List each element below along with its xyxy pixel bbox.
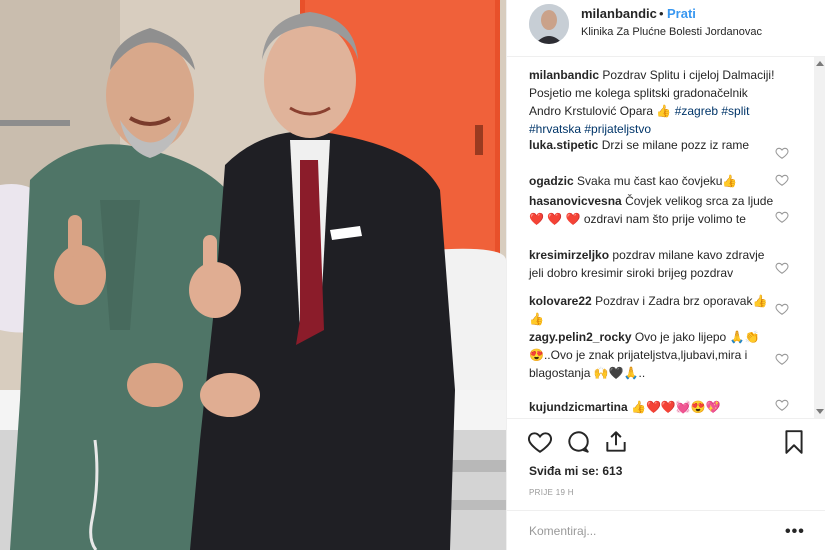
comment-username[interactable]: kujundzicmartina [529,400,628,414]
comment-item: hasanovicvesna Čovjek velikog srca za lj… [529,192,779,228]
comment-like-heart-icon[interactable] [775,398,789,412]
comments-list: milanbandic Pozdrav Splitu i cijeloj Dal… [507,66,825,418]
comment-like-heart-icon[interactable] [775,210,789,224]
scroll-down-arrow-icon[interactable] [816,409,824,414]
comment-username[interactable]: hasanovicvesna [529,194,622,208]
likes-count[interactable]: Sviđa mi se: 613 [529,464,622,478]
more-options-icon[interactable]: ••• [785,523,805,541]
comments-scrollbar[interactable] [814,57,825,418]
comment-item: zagy.pelin2_rocky Ovo je jako lijepo 🙏👏😍… [529,328,779,382]
comment-text: Svaka mu čast kao čovjeku👍 [577,174,738,188]
likes-number: 613 [602,464,623,478]
post-header: milanbandic • Prati Klinika Za Plućne Bo… [507,0,825,57]
comment-username[interactable]: zagy.pelin2_rocky [529,330,632,344]
comment-input[interactable] [529,521,769,541]
follow-button[interactable]: Prati [667,6,696,21]
comment-text: Drzi se milane pozz iz rame [601,138,750,152]
header-username[interactable]: milanbandic [581,6,657,21]
location-link[interactable]: Klinika Za Plućne Bolesti Jordanovac [581,26,762,38]
comment-item: luka.stipetic Drzi se milane pozz iz ram… [529,136,779,154]
comment-item: kolovare22 Pozdrav i Zadra brz oporavak👍… [529,292,779,328]
comment-item: ogadzic Svaka mu čast kao čovjeku👍 [529,172,779,190]
add-comment-bar: ••• [507,510,825,550]
comment-like-heart-icon[interactable] [775,261,789,275]
bookmark-icon[interactable] [781,429,807,455]
heart-icon[interactable] [527,429,553,455]
avatar[interactable] [529,4,569,44]
likes-label: Sviđa mi se: [529,464,600,478]
comment-text: 👍❤️❤️💓😍💖 [631,400,721,414]
comment-like-heart-icon[interactable] [775,173,789,187]
comment-like-heart-icon[interactable] [775,352,789,366]
comment-like-heart-icon[interactable] [775,146,789,160]
comment-username[interactable]: luka.stipetic [529,138,598,152]
post-panel: milanbandic • Prati Klinika Za Plućne Bo… [506,0,825,550]
caption-username[interactable]: milanbandic [529,68,599,82]
comment-username[interactable]: kolovare22 [529,294,592,308]
comment-username[interactable]: ogadzic [529,174,574,188]
header-separator: • [659,6,664,21]
photo-illustration [0,0,506,550]
comment-item: kujundzicmartina 👍❤️❤️💓😍💖 [529,398,779,416]
post-time[interactable]: PRIJE 19 H [529,488,574,497]
post-photo[interactable] [0,0,506,550]
scroll-up-arrow-icon[interactable] [816,61,824,66]
comment-username[interactable]: kresimirzeljko [529,248,609,262]
comment-like-heart-icon[interactable] [775,302,789,316]
share-icon[interactable] [603,429,629,455]
post-actions: Sviđa mi se: 613 PRIJE 19 H [507,418,825,508]
comment-icon[interactable] [565,429,591,455]
avatar-image [529,4,569,44]
caption: milanbandic Pozdrav Splitu i cijeloj Dal… [529,66,779,138]
comment-item: kresimirzeljko pozdrav milane kavo zdrav… [529,246,779,282]
